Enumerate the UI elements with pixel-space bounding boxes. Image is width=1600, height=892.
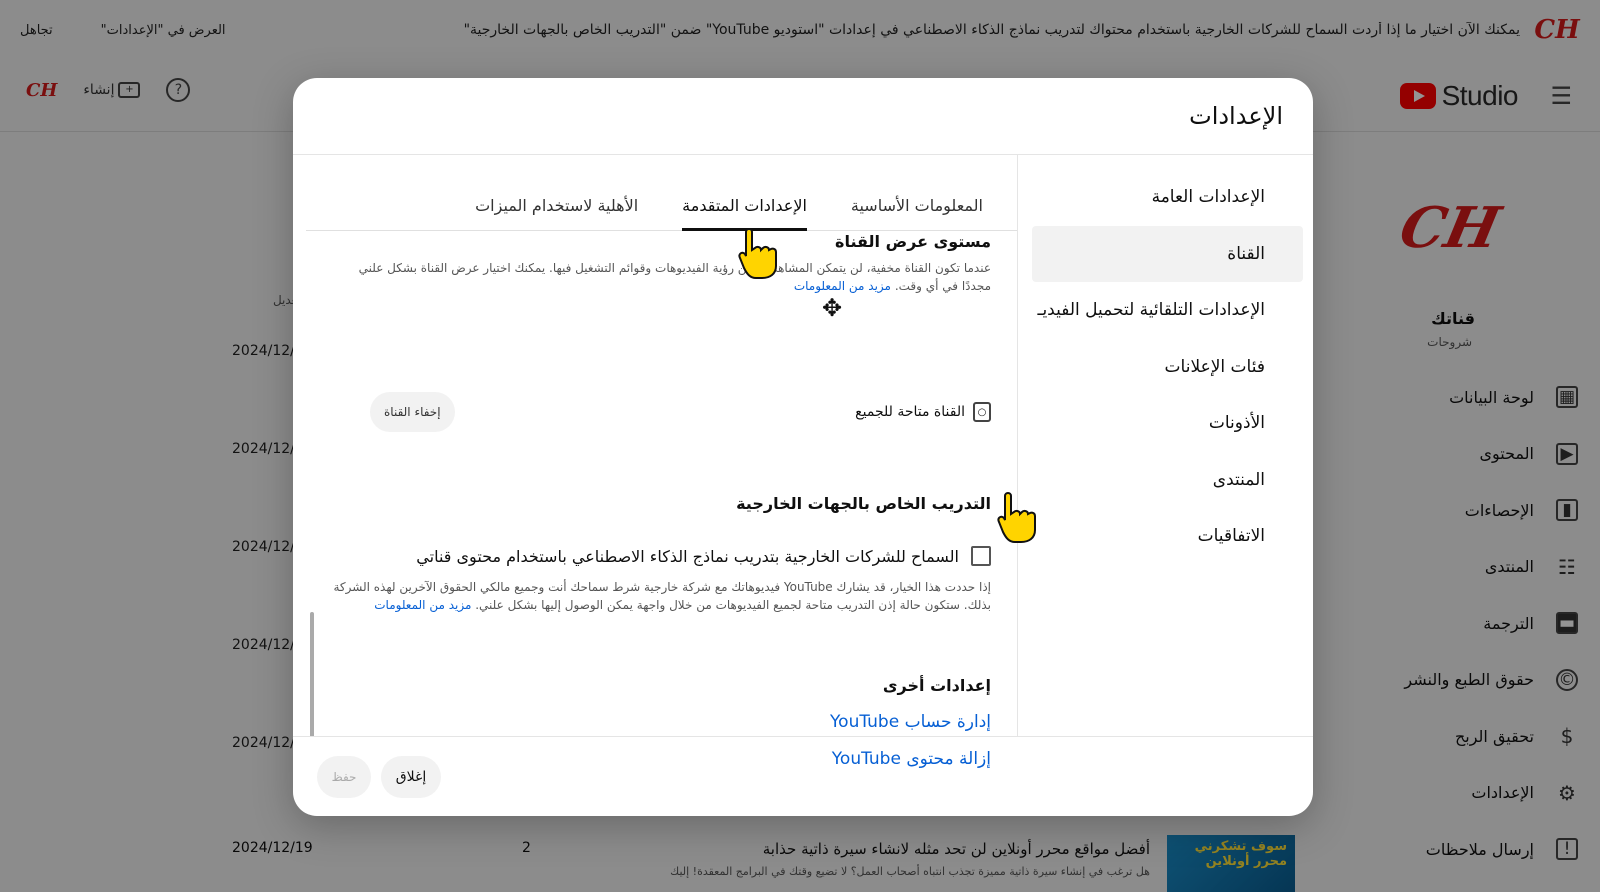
training-description-block: إذا حددت هذا الخيار، قد يشارك YouTube في… (332, 578, 991, 614)
tab-basic-info[interactable]: المعلومات الأساسية (851, 180, 983, 230)
settings-nav-ad-categories[interactable]: فئات الإعلانات (1032, 339, 1303, 396)
move-cursor-icon: ✥ (822, 294, 843, 322)
settings-nav-agreements[interactable]: الاتفاقيات (1032, 508, 1303, 565)
settings-nav-general[interactable]: الإعدادات العامة (1032, 169, 1303, 226)
settings-nav-channel[interactable]: القناة (1032, 225, 1303, 282)
settings-nav-community[interactable]: المنتدى (1032, 452, 1303, 509)
pointer-hand-cursor-icon (738, 228, 777, 279)
settings-dialog: الإعدادات الإعدادات العامة القناة الإعدا… (293, 78, 1313, 816)
settings-scroll-area[interactable]: مستوى عرض القناة عندما تكون القناة مخفية… (306, 232, 1017, 736)
training-description: إذا حددت هذا الخيار، قد يشارك YouTube في… (332, 578, 991, 614)
settings-nav-upload-defaults[interactable]: الإعدادات التلقائية لتحميل الفيديـ (1032, 282, 1303, 339)
allow-training-option[interactable]: السماح للشركات الخارجية بتدريب نماذج الذ… (416, 546, 991, 566)
save-button[interactable]: حفظ (317, 756, 371, 798)
settings-nav-permissions[interactable]: الأذونات (1032, 395, 1303, 452)
close-button[interactable]: إغلاق (381, 756, 441, 798)
tab-feature-eligibility[interactable]: الأهلية لاستخدام الميزات (475, 180, 638, 230)
visibility-section: مستوى عرض القناة عندما تكون القناة مخفية… (332, 232, 991, 295)
allow-training-label[interactable]: السماح للشركات الخارجية بتدريب نماذج الذ… (416, 547, 959, 566)
scrollbar[interactable] (310, 612, 314, 736)
unlock-icon: ○ (973, 402, 991, 422)
visibility-description: عندما تكون القناة مخفية، لن يتمكن المشاه… (332, 259, 991, 295)
training-section: التدريب الخاص بالجهات الخارجية (332, 494, 991, 513)
dialog-header: الإعدادات (293, 78, 1313, 155)
allow-training-checkbox[interactable] (971, 546, 991, 566)
visibility-desc-text: عندما تكون القناة مخفية، لن يتمكن المشاه… (358, 261, 991, 293)
dialog-footer: إغلاق حفظ (293, 736, 1313, 816)
other-settings-section: إعدادات أخرى (332, 676, 991, 695)
training-title: التدريب الخاص بالجهات الخارجية (736, 494, 991, 513)
other-settings-title: إعدادات أخرى (882, 676, 991, 695)
visibility-status-text: القناة متاحة للجميع (855, 404, 965, 420)
visibility-status: ○ القناة متاحة للجميع (855, 402, 991, 422)
training-learn-more-link[interactable]: مزيد من المعلومات (374, 598, 471, 612)
dialog-title: الإعدادات (1189, 102, 1283, 130)
manage-youtube-account-link[interactable]: إدارة حساب YouTube (830, 712, 991, 732)
settings-content: المعلومات الأساسية الإعدادات المتقدمة ال… (293, 155, 1017, 769)
hide-channel-button[interactable]: إخفاء القناة (370, 392, 455, 432)
pointer-hand-cursor-icon (997, 492, 1036, 543)
visibility-learn-more-link[interactable]: مزيد من المعلومات (794, 279, 891, 293)
settings-nav: الإعدادات العامة القناة الإعدادات التلقا… (1017, 155, 1313, 736)
visibility-title: مستوى عرض القناة (835, 232, 991, 251)
channel-tabs: المعلومات الأساسية الإعدادات المتقدمة ال… (306, 155, 1017, 231)
tab-advanced-settings[interactable]: الإعدادات المتقدمة (682, 180, 807, 231)
